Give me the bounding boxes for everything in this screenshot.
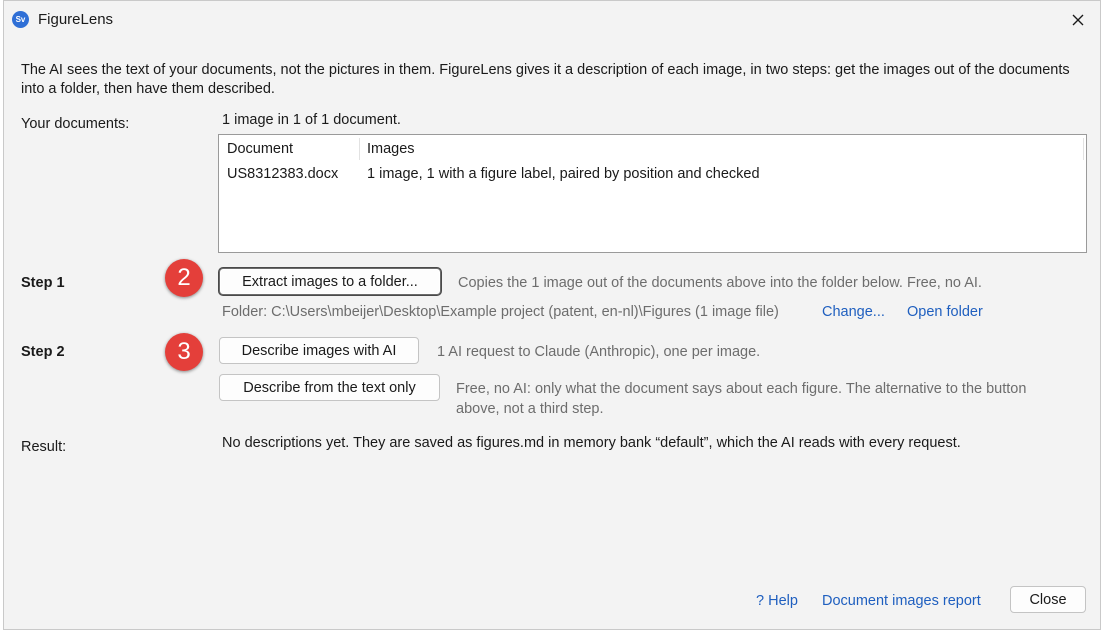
result-label: Result: — [21, 439, 67, 455]
column-header-images[interactable]: Images — [367, 141, 415, 157]
result-text: No descriptions yet. They are saved as f… — [222, 435, 961, 451]
change-folder-link[interactable]: Change... — [822, 304, 885, 320]
describe-ai-button[interactable]: Describe images with AI — [219, 337, 419, 364]
figurelens-dialog: Sv FigureLens The AI sees the text of yo… — [3, 0, 1101, 630]
row-document-name: US8312383.docx — [227, 166, 339, 182]
close-button[interactable]: Close — [1010, 586, 1086, 613]
step2-label: Step 2 — [21, 344, 65, 360]
column-divider — [359, 138, 360, 160]
title-bar: Sv FigureLens — [4, 1, 1100, 39]
extract-description: Copies the 1 image out of the documents … — [458, 275, 982, 291]
intro-text: The AI sees the text of your documents, … — [21, 62, 1070, 97]
column-divider — [1083, 138, 1084, 160]
step-badge-3: 3 — [165, 333, 203, 371]
text-only-description-line1: Free, no AI: only what the document says… — [456, 381, 1027, 397]
documents-summary: 1 image in 1 of 1 document. — [222, 112, 401, 128]
document-images-report-link[interactable]: Document images report — [822, 593, 981, 609]
ai-description: 1 AI request to Claude (Anthropic), one … — [437, 344, 761, 360]
documents-table[interactable]: Document Images US8312383.docx 1 image, … — [218, 134, 1087, 253]
window-title: FigureLens — [38, 11, 114, 28]
folder-path: Folder: C:\Users\mbeijer\Desktop\Example… — [222, 304, 779, 320]
extract-images-button[interactable]: Extract images to a folder... — [219, 268, 441, 295]
app-icon: Sv — [12, 11, 29, 28]
text-only-description-line2: above, not a third step. — [456, 401, 604, 417]
row-images-summary: 1 image, 1 with a figure label, paired b… — [367, 166, 760, 182]
step1-label: Step 1 — [21, 275, 65, 291]
close-icon[interactable] — [1066, 8, 1090, 32]
column-header-document[interactable]: Document — [227, 141, 293, 157]
documents-label: Your documents: — [21, 116, 130, 132]
step-badge-2: 2 — [165, 259, 203, 297]
help-link[interactable]: ? Help — [756, 593, 798, 609]
open-folder-link[interactable]: Open folder — [907, 304, 983, 320]
describe-text-only-button[interactable]: Describe from the text only — [219, 374, 440, 401]
